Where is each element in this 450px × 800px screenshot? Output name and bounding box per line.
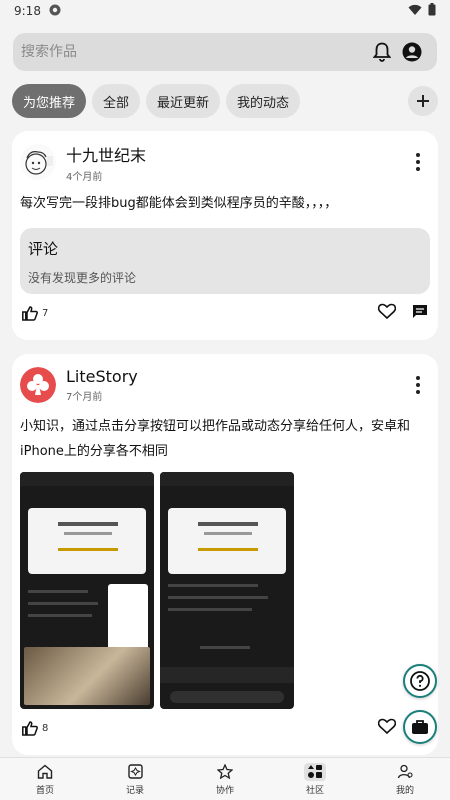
tab-my-posts[interactable]: 我的动态: [226, 84, 301, 118]
help-icon: [410, 671, 430, 691]
avatar[interactable]: [20, 367, 56, 403]
post-header: LiteStory 7个月前: [20, 364, 430, 406]
thumbs-up-icon: [22, 305, 38, 321]
like-button[interactable]: 8: [22, 720, 49, 736]
post-image[interactable]: [20, 472, 154, 709]
briefcase-icon: [412, 720, 428, 734]
feed-tabs: 为您推荐 全部 最近更新 我的动态: [12, 84, 438, 118]
post-time: 7个月前: [66, 392, 103, 403]
post-feed[interactable]: 十九世纪末 4个月前 每次写完一段排bug都能体会到类似程序员的辛酸，，，， 评…: [12, 131, 438, 757]
thumbs-up-icon: [22, 720, 38, 736]
post-images: [20, 472, 430, 709]
post-actions: 8: [20, 709, 430, 747]
account-icon[interactable]: [397, 37, 427, 67]
plus-icon: [417, 95, 429, 107]
add-tab-button[interactable]: [408, 86, 438, 116]
heart-icon[interactable]: [377, 718, 397, 738]
author-name[interactable]: 十九世纪末: [66, 142, 406, 166]
like-button[interactable]: 7: [22, 305, 49, 321]
record-icon: [124, 763, 146, 781]
nav-home[interactable]: 首页: [0, 758, 90, 800]
collab-icon: [214, 763, 236, 781]
toolbox-fab[interactable]: [403, 710, 437, 744]
app-notification-icon: [49, 4, 61, 19]
post-time: 4个月前: [66, 171, 103, 183]
nav-label: 首页: [35, 785, 54, 796]
tab-recent[interactable]: 最近更新: [146, 84, 221, 118]
nav-label: 协作: [215, 785, 234, 796]
tab-all[interactable]: 全部: [92, 84, 141, 118]
bottom-nav: 首页 记录 协作 社区 我的: [0, 757, 450, 800]
nav-profile[interactable]: 我的: [360, 758, 450, 800]
status-time: 9:18: [14, 4, 41, 18]
post-text: 小知识，通过点击分享按钮可以把作品或动态分享给任何人，安卓和iPhone上的分享…: [20, 419, 411, 459]
more-options-icon[interactable]: [406, 150, 430, 174]
bell-icon[interactable]: [367, 37, 397, 67]
comment-empty-text: 没有发现更多的评论: [28, 271, 137, 285]
tab-recommended[interactable]: 为您推荐: [12, 84, 87, 118]
post-card[interactable]: 十九世纪末 4个月前 每次写完一段排bug都能体会到类似程序员的辛酸，，，， 评…: [12, 131, 438, 340]
help-fab[interactable]: [403, 664, 437, 698]
search-bar[interactable]: [13, 33, 437, 71]
post-header: 十九世纪末 4个月前: [20, 141, 430, 183]
post-actions: 7: [20, 294, 430, 332]
nav-collab[interactable]: 协作: [180, 758, 270, 800]
nav-community[interactable]: 社区: [270, 758, 360, 800]
avatar[interactable]: [20, 144, 56, 180]
search-input[interactable]: [21, 44, 367, 60]
post-image[interactable]: [160, 472, 294, 709]
status-bar: 9:18: [0, 0, 450, 22]
profile-icon: [394, 763, 416, 781]
community-icon: [304, 762, 326, 781]
author-name[interactable]: LiteStory: [66, 367, 406, 386]
like-count: 8: [42, 722, 49, 734]
home-icon: [34, 763, 56, 781]
nav-label: 记录: [125, 785, 144, 796]
heart-icon[interactable]: [377, 303, 397, 323]
nav-label: 我的: [395, 785, 414, 796]
like-count: 7: [42, 307, 49, 319]
comment-section[interactable]: 评论 没有发现更多的评论: [20, 228, 430, 294]
comment-title: 评论: [28, 240, 59, 258]
comment-icon[interactable]: [412, 304, 428, 323]
wifi-icon: [408, 4, 422, 19]
nav-record[interactable]: 记录: [90, 758, 180, 800]
battery-icon: [428, 3, 436, 19]
more-options-icon[interactable]: [406, 373, 430, 397]
post-card[interactable]: LiteStory 7个月前 小知识，通过点击分享按钮可以把作品或动态分享给任何…: [12, 354, 438, 755]
nav-label: 社区: [305, 785, 324, 796]
post-text: 每次写完一段排bug都能体会到类似程序员的辛酸，，，，: [20, 196, 338, 211]
